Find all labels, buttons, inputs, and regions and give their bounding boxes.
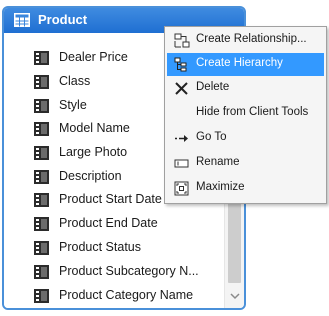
column-icon bbox=[34, 170, 49, 184]
go-to-icon bbox=[175, 135, 188, 142]
column-label: Model Name bbox=[59, 121, 130, 135]
column-label: Product Subcategory N... bbox=[59, 264, 199, 278]
menu-item-rename[interactable]: Rename bbox=[167, 152, 324, 175]
menu-item-delete[interactable]: Delete bbox=[167, 77, 324, 100]
create-relationship-icon bbox=[174, 33, 190, 48]
column-label: Product Start Date bbox=[59, 192, 162, 206]
column-item-product-status[interactable]: Product Status bbox=[4, 237, 224, 259]
menu-item-label: Rename bbox=[196, 156, 240, 168]
menu-item-maximize[interactable]: Maximize bbox=[167, 177, 324, 200]
chevron-down-icon[interactable] bbox=[229, 291, 241, 301]
column-icon bbox=[34, 265, 49, 279]
column-label: Product Status bbox=[59, 240, 141, 254]
menu-item-create-relationship[interactable]: Create Relationship... bbox=[167, 29, 324, 52]
column-icon bbox=[34, 122, 49, 136]
menu-item-label: Maximize bbox=[196, 181, 245, 193]
column-icon bbox=[34, 99, 49, 113]
rename-icon bbox=[174, 159, 189, 168]
menu-item-hide-from-client-tools[interactable]: Hide from Client Tools bbox=[167, 102, 324, 125]
menu-item-label: Create Relationship... bbox=[196, 33, 307, 45]
column-label: Large Photo bbox=[59, 145, 128, 159]
context-menu: Create Relationship... Create Hierarchy … bbox=[164, 26, 327, 204]
column-label: Class bbox=[59, 74, 91, 88]
table-title: Product bbox=[38, 12, 88, 27]
column-icon bbox=[34, 193, 49, 207]
column-label: Style bbox=[59, 98, 87, 112]
delete-icon bbox=[175, 82, 188, 95]
column-icon bbox=[34, 217, 49, 231]
column-label: Dealer Price bbox=[59, 50, 128, 64]
table-icon bbox=[14, 13, 30, 27]
menu-item-label: Go To bbox=[196, 131, 227, 143]
column-icon bbox=[34, 289, 49, 303]
menu-item-create-hierarchy[interactable]: Create Hierarchy bbox=[167, 53, 324, 76]
column-item-product-category-name[interactable]: Product Category Name bbox=[4, 285, 224, 307]
column-label: Product Category Name bbox=[59, 288, 194, 302]
column-icon bbox=[34, 75, 49, 89]
maximize-icon bbox=[174, 181, 189, 196]
menu-item-go-to[interactable]: Go To bbox=[167, 127, 324, 150]
column-label: Product End Date bbox=[59, 216, 158, 230]
diagram-canvas: Product Dealer Price Class Style Model N… bbox=[0, 0, 329, 316]
menu-item-label: Hide from Client Tools bbox=[196, 106, 309, 118]
column-icon bbox=[34, 51, 49, 65]
column-icon bbox=[34, 241, 49, 255]
column-item-product-subcategory-name[interactable]: Product Subcategory N... bbox=[4, 261, 224, 283]
menu-item-label: Create Hierarchy bbox=[196, 57, 283, 69]
create-hierarchy-icon bbox=[174, 57, 187, 72]
column-item-product-end-date[interactable]: Product End Date bbox=[4, 213, 224, 235]
menu-item-label: Delete bbox=[196, 81, 230, 93]
column-icon bbox=[34, 146, 49, 160]
column-label: Description bbox=[59, 169, 122, 183]
